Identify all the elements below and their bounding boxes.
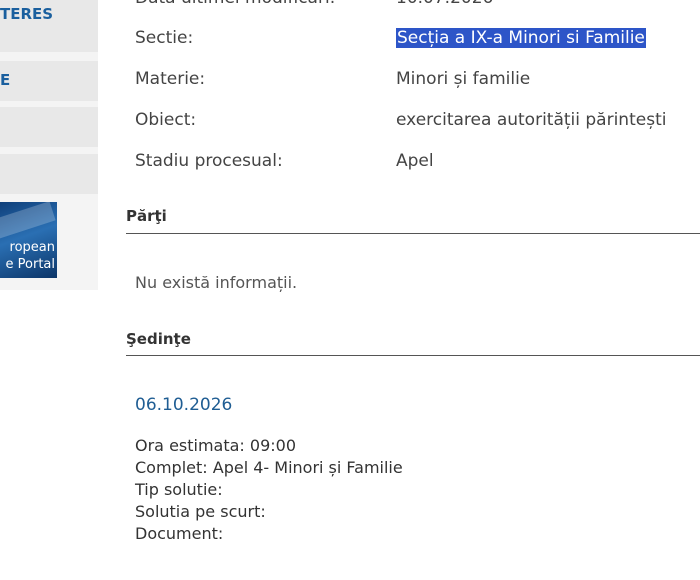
sedinta-ora: Ora estimata: 09:00 [135,436,297,455]
detail-value-stadiu: Apel [396,151,434,171]
detail-label-sectie: Sectie: [135,28,194,48]
detail-label-modificare: Data ultimei modificari: [135,0,335,8]
parti-divider [126,233,700,234]
sidebar-item-label: TERES [0,5,54,23]
detail-value-modificare: 10.07.2026 [396,0,493,8]
sidebar: TERES E ropean e Portal [0,0,98,290]
parti-heading: Părţi [126,207,167,225]
detail-label-materie: Materie: [135,69,206,89]
sedinta-solutia: Solutia pe scurt: [135,502,266,521]
detail-value-obiect: exercitarea autorității părintești [396,110,667,130]
banner-line-1: ropean [9,240,55,255]
selected-text[interactable]: Secția a IX-a Minori si Familie [396,28,646,48]
european-portal-banner[interactable]: ropean e Portal [0,202,57,278]
detail-label-obiect: Obiect: [135,110,197,130]
parti-empty-message: Nu există informații. [135,273,298,292]
sedinta-tip-solutie: Tip solutie: [135,480,223,499]
banner-line-2: e Portal [5,257,55,272]
detail-value-materie: Minori și familie [396,69,531,89]
sidebar-item-label: E [0,71,11,89]
sedinta-complet: Complet: Apel 4- Minori și Familie [135,458,403,477]
sidebar-item-blank-1[interactable] [0,107,98,147]
detail-value-sectie: Secția a IX-a Minori si Familie [396,28,646,48]
sedinte-heading: Şedinţe [126,330,191,348]
sedinta-document: Document: [135,524,224,543]
sedinte-divider [126,355,700,356]
sedinta-date-link[interactable]: 06.10.2026 [135,395,232,415]
sidebar-item-teres[interactable]: TERES [0,0,98,52]
sidebar-item-blank-2[interactable] [0,154,98,194]
detail-label-stadiu: Stadiu procesual: [135,151,283,171]
sidebar-item-e[interactable]: E [0,61,98,101]
banner-decoration [0,202,56,239]
